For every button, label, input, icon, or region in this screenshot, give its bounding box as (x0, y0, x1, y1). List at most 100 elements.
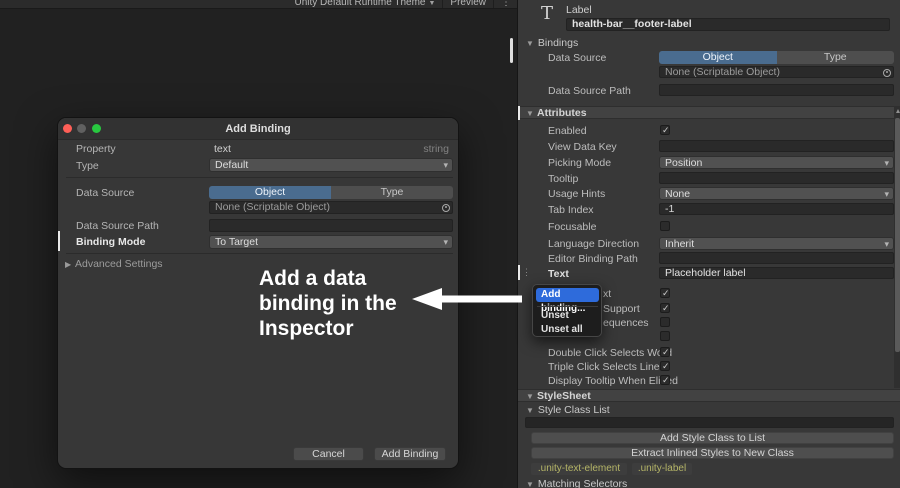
data-source-label: Data Source (548, 52, 607, 64)
attr-row-language-direction: Language Direction Inherit (518, 237, 894, 250)
viewport-toolbar: Unity Default Runtime Theme ▼ Preview ⋮ (0, 0, 517, 9)
matching-selectors-foldout[interactable]: ▼ Matching Selectors (526, 478, 627, 488)
modified-indicator (58, 231, 60, 251)
attributes-section-header[interactable]: ▼ Attributes (518, 106, 894, 120)
data-source-label: Data Source (76, 187, 135, 199)
class-pill-label[interactable]: .unity-label (632, 463, 692, 475)
chevron-down-icon: ▼ (526, 405, 534, 415)
chevron-down-icon: ▼ (428, 0, 436, 7)
binding-context-menu: Add binding... Unset Unset all (532, 284, 602, 337)
drag-handle-icon[interactable]: ⋮ (522, 267, 531, 278)
data-source-row: Data Source Object Type (518, 51, 894, 64)
chevron-down-icon: ▼ (526, 38, 534, 48)
annotation-arrow (412, 288, 522, 310)
checkbox[interactable]: ✓ (660, 303, 670, 313)
attr-row-tooltip: Tooltip (518, 172, 894, 185)
modified-indicator (518, 106, 520, 120)
triple-click-checkbox[interactable]: ✓ (660, 361, 670, 371)
inspector-panel: T Label health-bar__footer-label ▼ Bindi… (517, 0, 900, 488)
attr-row-double-click: Double Click Selects Word ✓ (548, 347, 673, 359)
attr-row-editor-binding-path: Editor Binding Path (518, 252, 894, 265)
checkbox[interactable] (660, 331, 670, 341)
attr-row-usage-hints: Usage Hints None (518, 187, 894, 200)
type-dropdown[interactable]: Default (209, 158, 453, 172)
data-source-path-field[interactable] (659, 84, 894, 96)
object-picker-icon[interactable] (442, 203, 450, 212)
checkbox[interactable] (660, 317, 670, 327)
tooltip-field[interactable] (659, 172, 894, 184)
attr-row-enabled: Enabled ✓ (548, 125, 670, 137)
annotation-text: Add a data binding in the Inspector (259, 267, 397, 340)
object-reference-field[interactable]: None (Scriptable Object) (209, 201, 453, 214)
property-type: string (423, 143, 449, 155)
binding-mode-dropdown[interactable]: To Target (209, 235, 453, 249)
double-click-checkbox[interactable]: ✓ (660, 347, 670, 357)
chevron-down-icon: ▼ (526, 109, 534, 118)
attr-row-picking-mode: Picking Mode Position (518, 156, 894, 169)
data-source-path-field[interactable] (209, 219, 453, 232)
toolbar-divider (493, 0, 494, 8)
enabled-checkbox[interactable]: ✓ (660, 125, 670, 135)
stylesheet-section-header[interactable]: ▼ StyleSheet (518, 389, 900, 402)
view-data-key-field[interactable] (659, 140, 894, 152)
extract-styles-button[interactable]: Extract Inlined Styles to New Class (531, 447, 894, 459)
editor-binding-path-field[interactable] (659, 252, 894, 264)
chevron-down-icon: ▼ (526, 479, 534, 488)
property-value: text (214, 143, 231, 155)
tab-index-field[interactable]: -1 (659, 203, 894, 215)
checkbox[interactable]: ✓ (660, 288, 670, 298)
data-source-path-row: Data Source Path (518, 84, 894, 97)
modified-indicator (518, 265, 520, 280)
kebab-menu-icon[interactable]: ⋮ (501, 0, 511, 8)
text-element-icon: T (540, 3, 553, 24)
preview-button[interactable]: Preview (450, 0, 486, 8)
picking-mode-dropdown[interactable]: Position (659, 156, 894, 169)
element-name-field[interactable]: health-bar__footer-label (566, 18, 890, 31)
style-class-input[interactable] (525, 417, 894, 428)
object-reference-row: None (Scriptable Object) (518, 66, 894, 79)
text-field[interactable]: Placeholder label (659, 267, 894, 279)
style-class-list-foldout[interactable]: ▼ Style Class List (526, 404, 610, 416)
object-reference-field[interactable]: None (Scriptable Object) (659, 66, 894, 78)
tab-object[interactable]: Object (209, 186, 331, 199)
class-pill-text-element[interactable]: .unity-text-element (531, 463, 627, 475)
object-picker-icon[interactable] (883, 68, 891, 77)
focusable-checkbox[interactable] (660, 221, 670, 231)
menu-item-unset[interactable]: Unset (541, 309, 599, 322)
scroll-up-icon[interactable] (895, 109, 900, 113)
menu-item-unset-all[interactable]: Unset all (541, 323, 599, 336)
type-label: Type (76, 160, 99, 172)
attr-row-triple-click: Triple Click Selects Line ✓ (548, 361, 670, 373)
attr-row-display-tooltip: Display Tooltip When Elided ✓ (548, 375, 678, 387)
theme-dropdown[interactable]: Unity Default Runtime Theme ▼ (295, 0, 436, 8)
add-binding-button[interactable]: Add Binding (374, 447, 446, 461)
menu-item-add-binding[interactable]: Add binding... (536, 288, 599, 314)
bindings-foldout[interactable]: ▼ Bindings (526, 37, 578, 49)
attr-row-focusable: Focusable (518, 220, 894, 233)
binding-mode-label: Binding Mode (76, 236, 146, 248)
scrollbar[interactable] (894, 106, 900, 388)
scrollbar-thumb[interactable] (895, 118, 900, 352)
divider (66, 177, 453, 178)
add-binding-dialog: Add Binding Property text string Type De… (57, 117, 459, 469)
toolbar-divider (442, 0, 444, 8)
property-label: Property (76, 143, 116, 155)
attr-row-text: ⋮ Text Placeholder label (518, 265, 894, 280)
dialog-titlebar[interactable]: Add Binding (58, 118, 458, 140)
tab-type[interactable]: Type (776, 51, 894, 64)
tab-type[interactable]: Type (331, 186, 453, 199)
attr-row-view-data-key: View Data Key (518, 140, 894, 153)
tab-object[interactable]: Object (659, 51, 777, 64)
chevron-right-icon: ▶ (65, 260, 72, 269)
left-pane-scroll-indicator[interactable] (510, 38, 513, 63)
usage-hints-dropdown[interactable]: None (659, 187, 894, 200)
advanced-settings-foldout[interactable]: Advanced Settings (75, 258, 163, 270)
language-direction-dropdown[interactable]: Inherit (659, 237, 894, 250)
theme-dropdown-label: Unity Default Runtime Theme (294, 0, 426, 8)
add-style-class-button[interactable]: Add Style Class to List (531, 432, 894, 444)
dialog-title: Add Binding (225, 123, 291, 135)
element-type-label: Label (566, 4, 592, 16)
divider (66, 253, 453, 254)
cancel-button[interactable]: Cancel (293, 447, 364, 461)
display-tooltip-checkbox[interactable]: ✓ (660, 375, 670, 385)
